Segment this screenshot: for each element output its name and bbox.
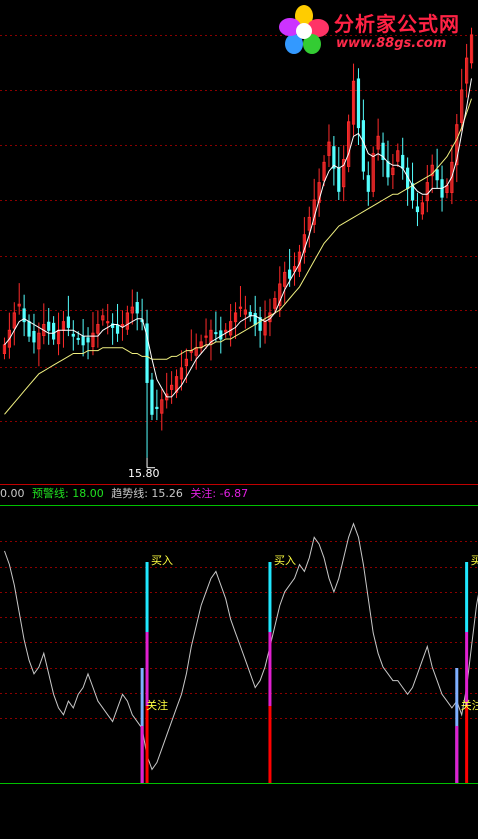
- candle-body: [52, 322, 56, 340]
- flower-icon: [279, 5, 329, 54]
- candle-body: [115, 324, 120, 334]
- candle-body: [27, 321, 31, 337]
- candle-body: [86, 337, 90, 343]
- candle-body: [150, 379, 154, 415]
- candle-body: [66, 316, 70, 328]
- value-0: 0.00: [0, 487, 25, 500]
- watch-bar-low: [140, 726, 144, 783]
- buy-bar-top: [268, 562, 272, 632]
- watch-label: 关注: [146, 698, 168, 712]
- candle-body: [288, 269, 292, 279]
- chart-canvas[interactable]: 买入关注买入买入关注买入买入: [0, 0, 478, 839]
- candle-body: [71, 333, 75, 337]
- trend-line-value: 趋势线: 15.26: [111, 487, 183, 500]
- candle-body: [155, 406, 159, 410]
- candlesticks: [2, 27, 474, 458]
- candle-body: [337, 167, 341, 192]
- candle-body: [81, 336, 85, 346]
- candle-body: [415, 206, 420, 213]
- buy-bar-mid: [465, 632, 469, 706]
- candle-body: [356, 78, 361, 129]
- buy-bar-mid: [268, 632, 272, 706]
- buy-bar-mid: [145, 632, 149, 706]
- buy-bar-top: [465, 562, 469, 632]
- candle-body: [32, 330, 36, 343]
- site-logo: 分析家公式网 www.88gs.com: [276, 4, 472, 56]
- candle-body: [361, 120, 365, 172]
- candle-body: [47, 321, 51, 331]
- candle-body: [76, 337, 80, 340]
- warning-line-value: 预警线: 18.00: [32, 487, 104, 500]
- candle-body: [366, 175, 370, 192]
- ma-short-line: [4, 78, 472, 398]
- oscillator-line: [4, 522, 478, 771]
- indicator-values-bar: 0.00 预警线: 18.00 趋势线: 15.26 关注: -6.87: [0, 485, 478, 503]
- watch-value: 关注: -6.87: [190, 487, 249, 500]
- buy-bar-low: [268, 706, 272, 783]
- candle-body: [214, 332, 218, 335]
- candle-body: [386, 161, 390, 178]
- candle-body: [401, 154, 405, 169]
- buy-label: 买入: [151, 554, 173, 567]
- watch-bar-low: [455, 726, 459, 783]
- buy-label: 买入: [471, 554, 478, 567]
- low-price-label: 15.80: [128, 467, 160, 480]
- buy-bar-low: [465, 706, 469, 783]
- logo-title: 分析家公式网: [334, 12, 460, 36]
- candle-body: [435, 169, 439, 181]
- watch-label: 关注: [461, 698, 478, 712]
- candle-body: [219, 330, 223, 340]
- buy-bar-top: [145, 562, 149, 632]
- candle-body: [135, 302, 139, 314]
- buy-label: 买入: [274, 554, 296, 567]
- buy-bar-low: [145, 706, 149, 783]
- candle-body: [253, 313, 257, 326]
- price-gridlines: [0, 35, 478, 422]
- logo-url: www.88gs.com: [336, 36, 447, 51]
